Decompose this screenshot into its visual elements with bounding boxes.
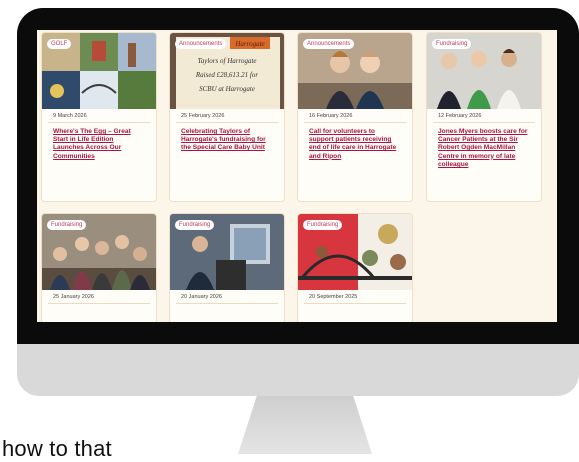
monitor-stand (238, 396, 372, 454)
card-image-collage: GOLF (42, 33, 156, 109)
category-tag: Fundraising (47, 220, 87, 230)
card-date: 9 March 2026 (48, 109, 150, 123)
category-tag: GOLF (47, 39, 72, 49)
news-card[interactable]: Fundraising 20 September 2025 (297, 213, 413, 322)
card-date: 16 February 2026 (304, 109, 406, 123)
card-image-volunteers: Announcements (298, 33, 412, 109)
category-tag: Fundraising (303, 220, 343, 230)
card-title-link[interactable]: Jones Myers boosts care for Cancer Patie… (427, 123, 541, 169)
card-image-clinic: Fundraising (170, 214, 284, 290)
category-tag: Fundraising (175, 220, 215, 230)
board-text: Taylors of Harrogate (198, 57, 257, 65)
news-card[interactable]: Announcements 16 February 2026 Call for … (297, 32, 413, 202)
card-date: 25 February 2026 (176, 109, 278, 123)
category-tag: Fundraising (432, 39, 472, 49)
board-text: Raised £28,613.21 for (195, 71, 258, 79)
card-image-team: Fundraising (427, 33, 541, 109)
card-title-link[interactable]: Celebrating Taylors of Harrogate's fundr… (170, 123, 284, 153)
card-image-bridge-collage: Fundraising (298, 214, 412, 290)
board-text: Harrogate (234, 40, 264, 48)
news-card[interactable]: Fundraising 12 February 2026 Jones Myers… (426, 32, 542, 202)
category-tag: Announcements (303, 39, 355, 49)
card-image-board: Harrogate Taylors of Harrogate Raised £2… (170, 33, 284, 109)
news-card[interactable]: Fundraising 25 January 2026 (41, 213, 157, 322)
news-card[interactable]: Fundraising 20 January 2026 (169, 213, 285, 322)
news-card[interactable]: GOLF 9 March 2026 Where's The Egg – Grea… (41, 32, 157, 202)
card-title-link[interactable] (170, 304, 284, 309)
card-title-link[interactable]: Where's The Egg – Great Start in Life Ed… (42, 123, 156, 161)
board-text: SCBU at Harrogate (199, 85, 255, 93)
card-title-link[interactable]: Call for volunteers to support patients … (298, 123, 412, 161)
caption-text: how to that (2, 436, 112, 461)
card-date: 25 January 2026 (48, 290, 150, 304)
website-screen: GOLF 9 March 2026 Where's The Egg – Grea… (37, 30, 557, 322)
card-date: 20 January 2026 (176, 290, 278, 304)
card-image-group: Fundraising (42, 214, 156, 290)
news-card[interactable]: Harrogate Taylors of Harrogate Raised £2… (169, 32, 285, 202)
card-date: 20 September 2025 (304, 290, 406, 304)
card-date: 12 February 2026 (433, 109, 535, 123)
category-tag: Announcements (175, 39, 227, 49)
card-title-link[interactable] (42, 304, 156, 309)
card-title-link[interactable] (298, 304, 412, 309)
